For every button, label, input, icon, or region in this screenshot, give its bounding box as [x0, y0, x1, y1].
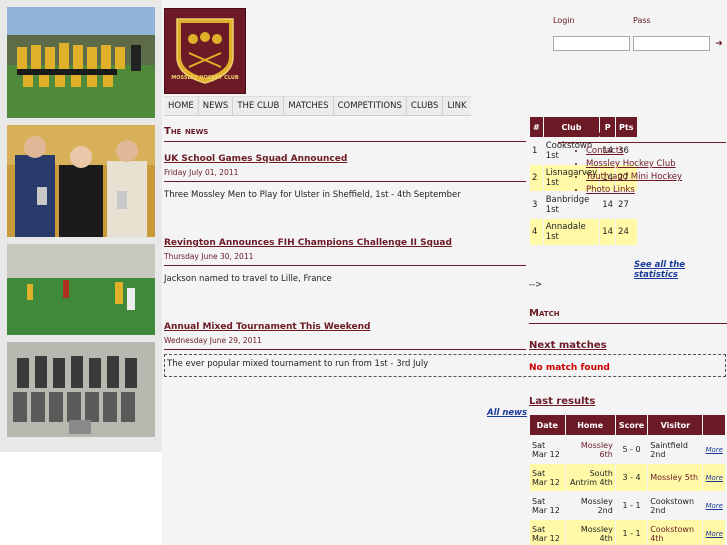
result-score: 1 - 1 [615, 520, 648, 545]
see-all-statistics-link[interactable]: See all the statistics [634, 260, 727, 280]
logo-text: MOSSLEY HOCKEY CLUB [171, 75, 239, 81]
news-item: UK School Games Squad Announced Friday J… [164, 154, 526, 200]
next-matches-link[interactable]: Next matches [529, 340, 607, 351]
nav-the-club[interactable]: THE CLUB [233, 97, 285, 115]
results-table: Date Home Score Visitor Sat Mar 12 Mossl… [529, 414, 726, 545]
no-match-message: No match found [529, 363, 610, 373]
standings-pos: 1 [532, 146, 538, 156]
result-date: Sat Mar 12 [532, 440, 560, 459]
nav-link[interactable]: LINK [443, 97, 470, 115]
news-item: Revington Announces FIH Champions Challe… [164, 238, 526, 284]
table-row: Sat Mar 12 Mossley 2nd 1 - 1 Cookstown 2… [530, 492, 725, 519]
result-visitor: Cookstown 2nd [650, 496, 695, 515]
nav-clubs[interactable]: CLUBS [407, 97, 444, 115]
more-about-list: Contacts Mossley Hockey Club Youth and M… [586, 145, 726, 197]
table-row: 4 Annadale 1st 14 24 [530, 219, 637, 245]
news-item-body: Jackson named to travel to Lille, France [164, 274, 332, 284]
table-row: Sat Mar 12 Mossley 4th 1 - 1 Cookstown 4… [530, 520, 725, 545]
login-submit-button[interactable]: ➜ [713, 38, 725, 50]
result-visitor: Cookstown 4th [648, 520, 703, 545]
standings-pos: 4 [530, 219, 543, 245]
news-item-date: Friday July 01, 2011 [164, 168, 239, 177]
result-score: 5 - 0 [622, 445, 641, 454]
news-title: The news [164, 126, 526, 142]
result-score: 1 - 1 [622, 501, 641, 510]
result-date: Sat Mar 12 [530, 464, 565, 491]
news-item-title[interactable]: UK School Games Squad Announced [164, 154, 526, 164]
link-photo-links[interactable]: Photo Links [586, 184, 726, 197]
news-item-body: The ever popular mixed tournament to run… [164, 354, 726, 377]
link-contacts[interactable]: Contacts [586, 145, 726, 158]
link-youth-mini-hockey[interactable]: Youth and Mini Hockey [586, 171, 726, 184]
main-nav: HOME NEWS THE CLUB MATCHES COMPETITIONS … [164, 96, 471, 116]
results-header-more [703, 415, 725, 435]
nav-competitions[interactable]: COMPETITIONS [334, 97, 407, 115]
more-about-title: More about [558, 130, 726, 143]
result-home: Mossley 6th [580, 440, 613, 459]
result-more-link[interactable]: More [703, 464, 725, 491]
stray-comment-text: --> [529, 280, 543, 290]
last-results-link[interactable]: Last results [529, 396, 595, 407]
result-visitor: Saintfield 2nd [650, 440, 688, 459]
login-form: Login Pass ➜ [553, 16, 727, 56]
news-item-body: Three Mossley Men to Play for Ulster in … [164, 190, 461, 200]
standings-played: 14 [600, 219, 616, 245]
news-item-date: Wednesday June 29, 2011 [164, 336, 262, 345]
results-header-visitor: Visitor [648, 415, 703, 435]
result-visitor: Mossley 5th [648, 464, 703, 491]
result-more-link[interactable]: More [703, 492, 725, 519]
result-date: Sat Mar 12 [530, 520, 565, 545]
result-home: South Antrim 4th [565, 464, 615, 491]
news-item-date: Thursday June 30, 2011 [164, 252, 254, 261]
all-news-link[interactable]: All news [487, 408, 527, 418]
result-more-link[interactable]: More [703, 436, 725, 463]
arrow-right-icon: ➜ [715, 39, 723, 49]
standings-points: 24 [616, 219, 637, 245]
match-action-photo [7, 244, 155, 335]
historic-team-photo [7, 342, 155, 437]
result-date: Sat Mar 12 [532, 496, 560, 515]
link-mossley-hockey-club[interactable]: Mossley Hockey Club [586, 158, 726, 171]
news-item-title[interactable]: Revington Announces FIH Champions Challe… [164, 238, 526, 248]
match-title: Match [529, 308, 727, 324]
news-item: Annual Mixed Tournament This Weekend Wed… [164, 322, 726, 377]
table-row: Sat Mar 12 Mossley 6th 5 - 0 Saintfield … [530, 436, 725, 463]
standings-header-pos: # [530, 117, 543, 137]
result-home: Mossley 4th [565, 520, 615, 545]
club-logo[interactable]: MOSSLEY HOCKEY CLUB [164, 8, 246, 94]
table-row: Sat Mar 12 South Antrim 4th 3 - 4 Mossle… [530, 464, 725, 491]
results-header-date: Date [530, 415, 565, 435]
login-label: Login [553, 16, 575, 25]
result-more-link[interactable]: More [703, 520, 725, 545]
news-section: The news UK School Games Squad Announced… [164, 126, 726, 377]
nav-news[interactable]: NEWS [199, 97, 234, 115]
standings-club: Annadale 1st [543, 219, 600, 245]
results-header-score: Score [615, 415, 648, 435]
pass-input[interactable] [633, 36, 710, 51]
standings-pos: 2 [530, 165, 543, 191]
result-score: 3 - 4 [615, 464, 648, 491]
nav-matches[interactable]: MATCHES [284, 97, 334, 115]
login-input[interactable] [553, 36, 630, 51]
pass-label: Pass [633, 16, 651, 25]
results-header-home: Home [565, 415, 615, 435]
news-item-title[interactable]: Annual Mixed Tournament This Weekend [164, 322, 526, 332]
nav-home[interactable]: HOME [164, 97, 199, 115]
standings-pos: 3 [532, 200, 538, 210]
team-photo-1 [7, 7, 155, 118]
trophy-photo [7, 125, 155, 237]
more-about-block: More about Contacts Mossley Hockey Club … [558, 130, 726, 197]
result-home: Mossley 2nd [580, 496, 613, 515]
